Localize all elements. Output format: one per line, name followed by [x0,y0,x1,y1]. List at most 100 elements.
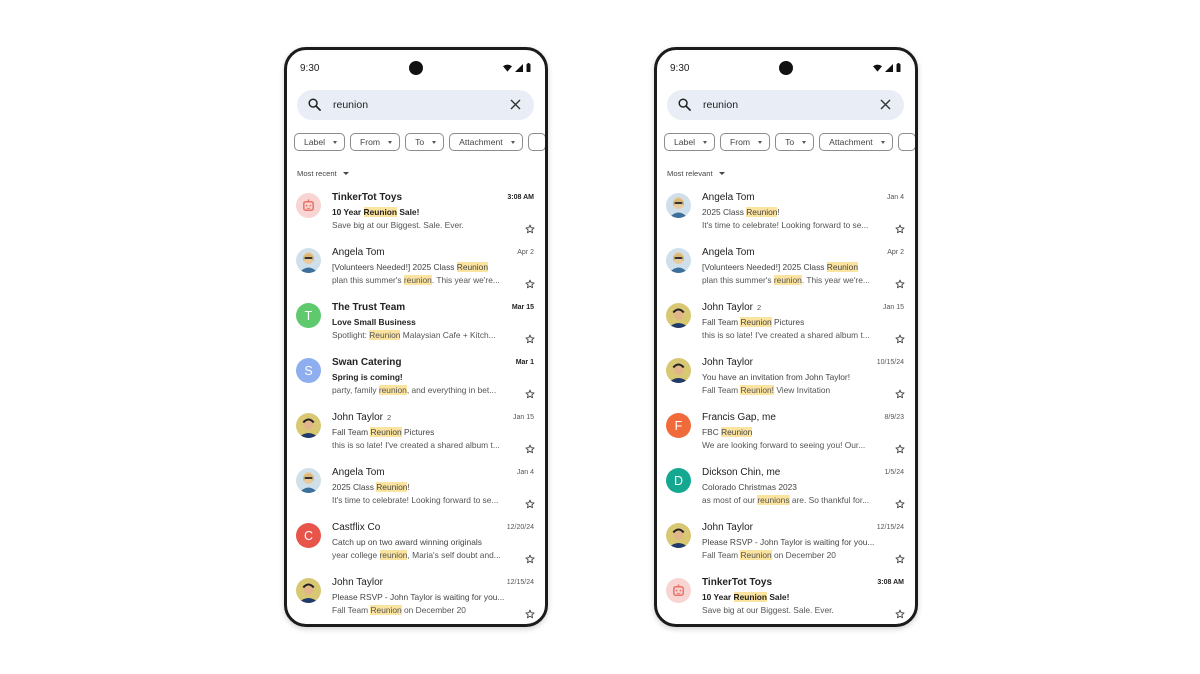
email-snippet: plan this summer's reunion. This year we… [332,275,517,285]
filter-chip-from[interactable]: From [720,133,771,151]
email-row[interactable]: John Taylor 2 Jan 15 Fall Team Reunion Pict… [657,297,915,352]
avatar[interactable]: C [296,523,321,548]
search-bar[interactable] [667,90,904,120]
avatar-photo[interactable] [666,193,691,218]
star-icon[interactable] [525,331,535,344]
subject-text: Sale! [397,207,420,217]
close-icon[interactable] [510,99,522,111]
email-row[interactable]: Angela Tom Jan 4 2025 Class Reunion! It's t… [287,462,545,517]
search-highlight: Reunion [746,207,778,217]
email-row[interactable]: C Castflix Co 12/20/24 Catch up on two awar… [287,517,545,572]
email-snippet: Spotlight: Reunion Malaysian Cafe + Kitc… [332,330,517,340]
avatar-photo[interactable] [296,578,321,603]
wifi-icon [503,64,512,72]
search-icon[interactable] [678,98,692,112]
avatar-photo[interactable] [296,248,321,273]
snippet-text: Save big at our Biggest. Sale. Ever. [332,220,464,230]
search-input[interactable] [703,99,880,111]
snippet-text: . This year we're... [801,275,870,285]
email-date: 12/20/24 [506,524,534,531]
close-icon[interactable] [880,99,892,111]
snippet-text: , Maria's self doubt and... [407,550,501,560]
sender-text: Angela Tom [702,247,755,258]
search-input[interactable] [333,99,510,111]
star-icon[interactable] [895,606,905,619]
star-icon[interactable] [895,441,905,454]
subject-text: Sale! [767,592,790,602]
filter-chip-more[interactable] [527,133,545,151]
filter-chip-to[interactable]: To [775,133,815,151]
filter-chip-more[interactable] [897,133,915,151]
star-icon[interactable] [525,276,535,289]
email-row[interactable]: John Taylor 2 Jan 15 Fall Team Reunion Pict… [287,407,545,462]
sender-text: Dickson Chin, me [702,467,781,478]
email-subject: Catch up on two award winning originals [332,537,482,547]
email-row[interactable]: S Swan Catering Mar 1 Spring is coming! part… [287,352,545,407]
subject-text: Pictures [771,317,805,327]
email-row[interactable]: Angela Tom Apr 2 [Volunteers Needed!] 2025… [657,242,915,297]
email-row[interactable]: Angela Tom Jan 4 2025 Class Reunion! It's t… [657,187,915,242]
star-icon[interactable] [525,221,535,234]
avatar-photo[interactable] [296,468,321,493]
snippet-text: Fall Team [702,550,741,560]
star-icon[interactable] [895,221,905,234]
star-icon[interactable] [525,496,535,509]
avatar[interactable]: T [296,303,321,328]
email-row[interactable]: D Dickson Chin, me 1/5/24 Colorado Christma… [657,462,915,517]
email-snippet: It's time to celebrate! Looking forward … [332,495,517,505]
avatar[interactable]: S [296,358,321,383]
email-row[interactable]: Angela Tom Apr 2 [Volunteers Needed!] 2025… [287,242,545,297]
email-row[interactable]: T The Trust Team Mar 15 Love Small Business… [287,297,545,352]
sender-text: John Taylor [702,522,753,533]
star-icon[interactable] [895,496,905,509]
robot-avatar-icon[interactable] [296,193,321,218]
star-icon[interactable] [525,386,535,399]
email-row[interactable]: John Taylor 12/15/24 Please RSVP - John Ta… [287,572,545,624]
filter-chip-attachment[interactable]: Attachment [449,133,523,151]
email-snippet: We are looking forward to seeing you! Ou… [702,440,887,450]
sender-name: John Taylor 2 [332,412,391,423]
sender-name: Angela Tom [332,247,385,258]
email-row[interactable]: F Francis Gap, me 8/9/23 FBC Reunion We are … [657,407,915,462]
search-highlight: Reunion! [740,385,775,395]
sender-name: John Taylor 2 [702,302,761,313]
sort-dropdown[interactable]: Most recent [297,169,349,178]
avatar-photo[interactable] [296,413,321,438]
star-icon[interactable] [895,276,905,289]
avatar-photo[interactable] [666,358,691,383]
email-row[interactable]: TinkerTot Toys 3:08 AM 10 Year Reunion Sal… [287,187,545,242]
email-row[interactable]: TinkerTot Toys 3:08 AM 10 Year Reunion Sal… [657,572,915,624]
email-snippet: Save big at our Biggest. Sale. Ever. [332,220,517,230]
email-list: TinkerTot Toys 3:08 AM 10 Year Reunion Sal… [287,187,545,624]
email-snippet: Save big at our Biggest. Sale. Ever. [702,605,887,615]
avatar-letter: C [303,528,314,543]
email-row[interactable]: John Taylor 10/15/24 You have an invitatio… [657,352,915,407]
filter-chip-from[interactable]: From [350,133,401,151]
filter-chip-to[interactable]: To [405,133,445,151]
avatar[interactable]: D [666,468,691,493]
star-icon[interactable] [525,551,535,564]
filter-chip-label[interactable]: Label [664,133,716,151]
sort-dropdown[interactable]: Most relevant [667,169,725,178]
snippet-text: on December 20 [401,605,466,615]
avatar-photo[interactable] [666,523,691,548]
search-icon[interactable] [308,98,322,112]
subject-text: Pictures [401,427,435,437]
filter-chip-attachment[interactable]: Attachment [819,133,893,151]
avatar-photo[interactable] [666,248,691,273]
avatar-photo[interactable] [666,303,691,328]
robot-avatar-icon[interactable] [666,578,691,603]
star-icon[interactable] [895,331,905,344]
chip-label: From [360,137,381,147]
email-row[interactable]: John Taylor 12/15/24 Please RSVP - John Ta… [657,517,915,572]
star-icon[interactable] [895,386,905,399]
subject-text: Please RSVP - John Taylor is waiting for… [702,537,875,547]
sender-text: John Taylor [702,302,753,313]
search-bar[interactable] [297,90,534,120]
avatar[interactable]: F [666,413,691,438]
star-icon[interactable] [525,606,535,619]
filter-chip-label[interactable]: Label [294,133,346,151]
star-icon[interactable] [895,551,905,564]
sender-text: TinkerTot Toys [702,577,773,588]
star-icon[interactable] [525,441,535,454]
